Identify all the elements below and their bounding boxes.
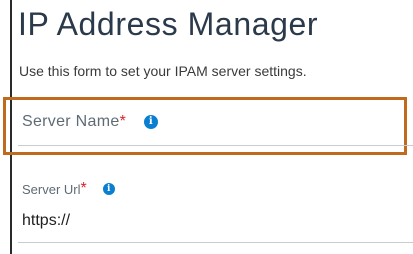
- server-name-label: Server Name: [22, 113, 120, 130]
- server-name-input-underline: [18, 145, 413, 146]
- server-name-required-mark: *: [119, 113, 126, 130]
- server-url-input[interactable]: https://: [22, 211, 70, 231]
- server-url-label: Server Url: [22, 181, 81, 197]
- server-url-required-mark: *: [80, 180, 87, 197]
- info-icon[interactable]: i: [102, 183, 115, 195]
- server-url-input-underline: [18, 242, 413, 243]
- server-name-field[interactable]: Server Name * i: [22, 113, 158, 131]
- page-title: IP Address Manager: [18, 6, 319, 42]
- page-subtitle: Use this form to set your IPAM server se…: [19, 63, 307, 79]
- info-icon[interactable]: i: [143, 115, 158, 129]
- server-url-field: Server Url * i: [22, 180, 115, 198]
